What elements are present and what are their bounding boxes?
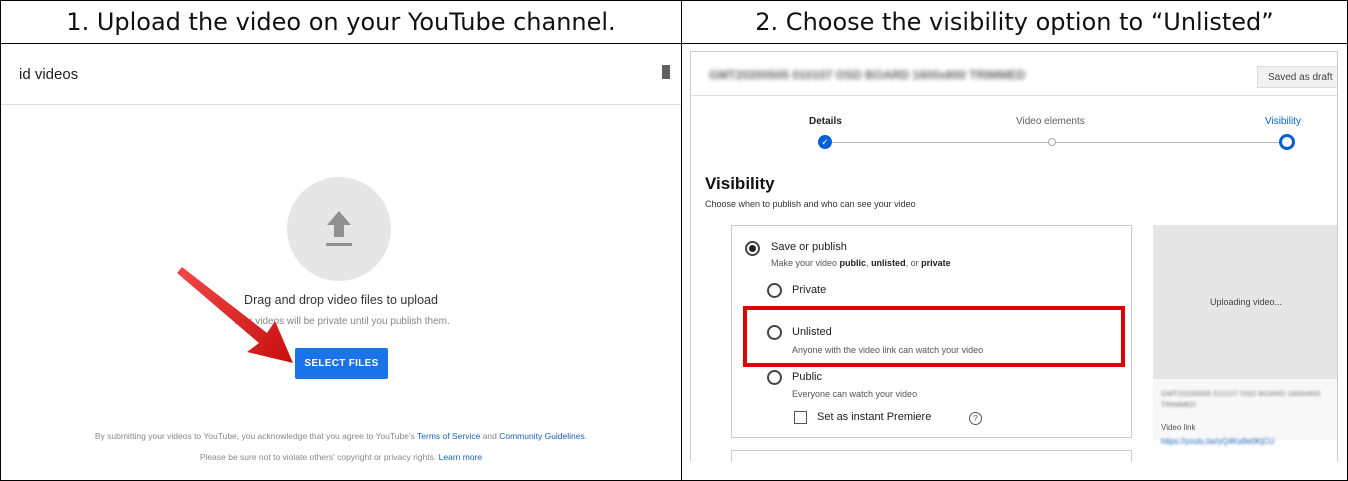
instant-premiere-checkbox[interactable]: [794, 411, 807, 424]
video-link[interactable]: https://youtu.be/yQ4Ka9e0KjCU: [1161, 437, 1274, 446]
step-2-header: 2. Choose the visibility option to “Unli…: [682, 0, 1347, 44]
terms-text: By submitting your videos to YouTube, yo…: [1, 431, 681, 441]
community-guidelines-link[interactable]: Community Guidelines: [499, 431, 585, 441]
current-step-dot: [1279, 134, 1295, 150]
desc-part: , or: [905, 258, 922, 268]
video-link-label: Video link: [1161, 423, 1196, 432]
save-publish-label: Save or publish: [771, 241, 847, 253]
public-label: Public: [792, 371, 822, 383]
terms-of-service-link[interactable]: Terms of Service: [417, 431, 480, 441]
video-title: GMT20200505 010107 OSD BOARD 1600x800 TR…: [709, 68, 1026, 82]
annotation-arrow-icon: [177, 267, 293, 363]
visibility-heading: Visibility: [705, 174, 775, 193]
instant-premiere-label: Set as instant Premiere: [817, 411, 932, 423]
upload-dialog: id videos Drag and drop video files to u…: [1, 45, 681, 480]
saved-draft-badge: Saved as draft: [1257, 66, 1337, 88]
step-video-elements[interactable]: Video elements: [1016, 116, 1085, 127]
learn-more-link[interactable]: Learn more: [439, 452, 482, 462]
select-files-button[interactable]: SELECT FILES: [295, 348, 388, 379]
private-label: Private: [792, 284, 827, 296]
save-publish-radio[interactable]: [745, 241, 760, 256]
step-1-header: 1. Upload the video on your YouTube chan…: [0, 0, 682, 44]
copyright-text: Please be sure not to violate others' co…: [199, 452, 439, 462]
stepper-line: [832, 142, 1048, 143]
help-icon[interactable]: ?: [969, 412, 982, 425]
video-preview: Uploading video...: [1153, 225, 1337, 379]
save-publish-desc: Make your video public, unlisted, or pri…: [771, 258, 951, 268]
visibility-dialog: GMT20200505 010107 OSD BOARD 1600x800 TR…: [690, 51, 1338, 461]
desc-unlisted: unlisted: [871, 258, 906, 268]
visibility-subheading: Choose when to publish and who can see y…: [705, 199, 916, 209]
copyright-note: Please be sure not to violate others' co…: [1, 452, 681, 462]
check-icon: ✓: [818, 135, 832, 149]
private-radio[interactable]: [767, 283, 782, 298]
step-details[interactable]: Details: [809, 116, 842, 127]
video-preview-panel: Uploading video... GMT20200505 010107 OS…: [1153, 225, 1337, 446]
stepper-line: [1056, 142, 1279, 143]
public-radio[interactable]: [767, 370, 782, 385]
column-divider: [681, 0, 682, 481]
step-visibility[interactable]: Visibility: [1265, 116, 1301, 127]
desc-private: private: [921, 258, 951, 268]
unlisted-highlight: [743, 306, 1125, 367]
public-desc: Everyone can watch your video: [792, 389, 918, 399]
step-dot: [1048, 138, 1056, 146]
dialog-titlebar: GMT20200505 010107 OSD BOARD 1600x800 TR…: [691, 52, 1337, 96]
schedule-card: [731, 450, 1132, 461]
terms-prefix: By submitting your videos to YouTube, yo…: [94, 431, 418, 441]
file-name: GMT20200505 010107 OSD BOARD 1600x800 TR…: [1161, 389, 1321, 409]
terms-and: and: [480, 431, 500, 441]
desc-public: public: [839, 258, 867, 268]
terms-suffix: .: [584, 431, 588, 441]
desc-part: Make your video: [771, 258, 840, 268]
